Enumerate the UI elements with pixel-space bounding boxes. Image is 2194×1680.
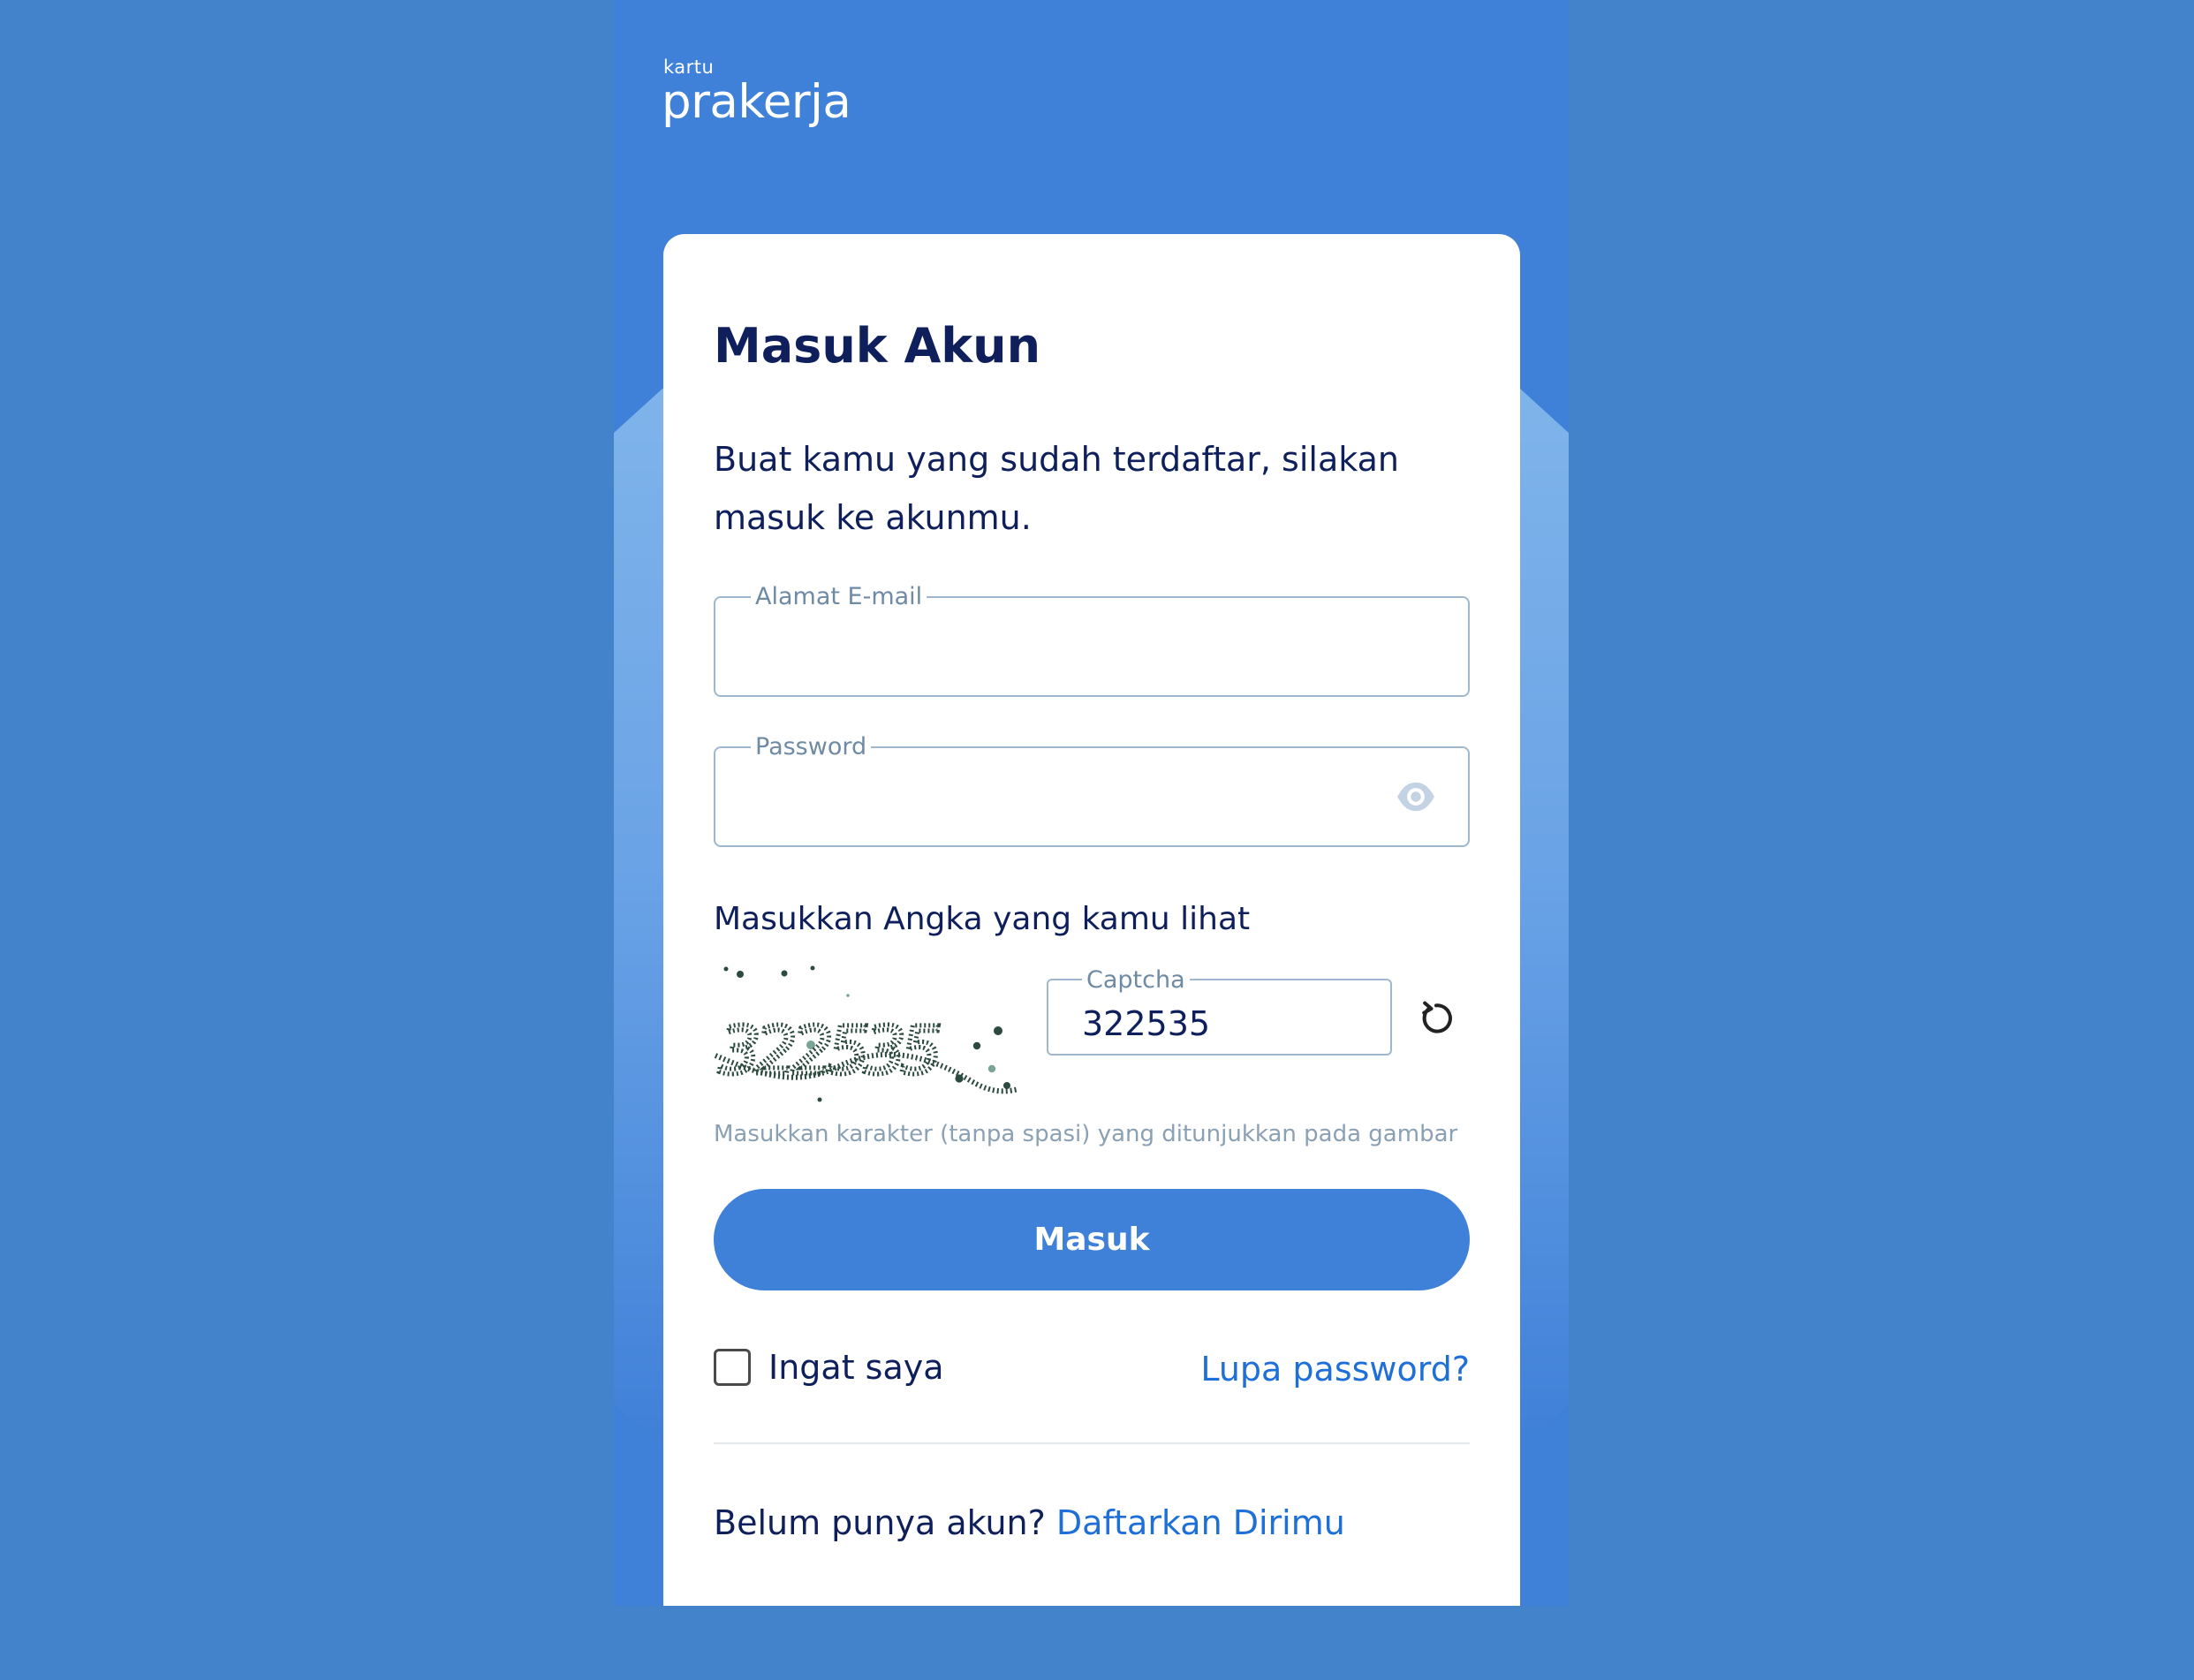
register-prompt: Belum punya akun? — [714, 1503, 1056, 1542]
email-input[interactable] — [715, 598, 1468, 695]
forgot-password-link[interactable]: Lupa password? — [1200, 1352, 1470, 1386]
logo-small-text: kartu — [663, 57, 715, 78]
remember-label: Ingat saya — [768, 1348, 944, 1387]
masuk-button[interactable]: Masuk — [714, 1189, 1470, 1290]
password-input[interactable] — [715, 748, 1468, 845]
login-card: Masuk Akun Buat kamu yang sudah terdafta… — [663, 234, 1520, 1606]
remember-checkbox[interactable] — [714, 1349, 751, 1386]
app-shell: kartu prakerja Masuk Akun Buat kamu yang… — [614, 0, 1569, 1606]
captcha-heading: Masukkan Angka yang kamu lihat — [714, 901, 1251, 937]
eye-icon[interactable] — [1396, 780, 1436, 814]
remember-me[interactable]: Ingat saya — [714, 1349, 944, 1386]
refresh-icon[interactable] — [1417, 999, 1456, 1038]
password-field[interactable]: Password — [714, 734, 1470, 847]
prakerja-logo: kartu prakerja — [662, 57, 851, 129]
register-link[interactable]: Daftarkan Dirimu — [1056, 1503, 1345, 1542]
captcha-image-text: 322535 — [719, 1013, 938, 1089]
page-title: Masuk Akun — [714, 318, 1041, 374]
divider — [714, 1442, 1470, 1444]
captcha-field[interactable]: Captcha — [1047, 967, 1392, 1056]
captcha-input[interactable] — [1048, 980, 1390, 1054]
email-field[interactable]: Alamat E-mail — [714, 584, 1470, 697]
captcha-hint: Masukkan karakter (tanpa spasi) yang dit… — [714, 1121, 1458, 1147]
register-row: Belum punya akun? Daftarkan Dirimu — [714, 1506, 1345, 1540]
page-subtitle: Buat kamu yang sudah terdaftar, silakan … — [714, 440, 1399, 537]
logo-large-text: prakerja — [662, 75, 851, 129]
captcha-image: 322535 — [714, 965, 1019, 1102]
